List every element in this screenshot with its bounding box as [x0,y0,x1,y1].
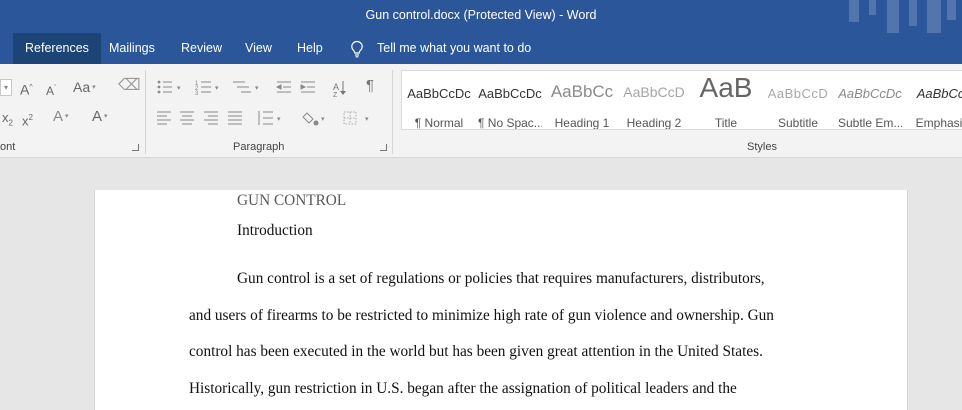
styles-gallery: AaBbCcDc ¶ Normal AaBbCcDc ¶ No Spac... … [401,70,962,130]
increase-indent-icon [300,81,315,93]
subscript-button[interactable]: x2 [2,110,13,132]
font-dialog-launcher[interactable] [132,144,139,151]
svg-text:A: A [333,82,339,92]
tab-references[interactable]: References [13,33,101,64]
document-page[interactable]: GUN CONTROL Introduction Gun control is … [94,190,908,410]
svg-text:▾: ▾ [255,85,259,92]
line-spacing-icon [258,111,273,125]
title-bar: Gun control.docx (Protected View) - Word [0,0,962,33]
style-name: Emphasis [915,116,962,130]
document-area: GUN CONTROL Introduction Gun control is … [0,159,962,410]
show-formatting-marks-button[interactable]: ¶ [366,78,374,94]
paragraph-line: Historically, gun restriction in U.S. be… [189,380,737,397]
ribbon-separator [145,70,146,154]
style-name: Heading 1 [554,116,610,130]
lightbulb-icon [351,40,363,58]
style-sample: AaBbCcl [916,86,962,101]
change-case-button[interactable]: Aa ▾ [73,79,96,96]
style-no-spacing[interactable]: AaBbCcDc ¶ No Spac... [478,78,542,130]
svg-text:▾: ▾ [215,85,219,92]
document-subheading: Introduction [237,222,313,239]
document-heading: GUN CONTROL [237,192,347,209]
clear-formatting-icon[interactable]: ⌫ [118,78,141,94]
svg-text:3: 3 [195,91,199,97]
tell-me-search[interactable]: Tell me what you want to do [377,33,531,64]
paragraph-line: and users of firearms to be restricted t… [189,307,774,324]
styles-group-label: Styles [747,141,777,153]
justify-icon [228,111,242,125]
bullets-icon [157,80,172,94]
ribbon-separator [392,70,393,154]
style-sample: AaBbCcDc [407,86,471,101]
shrink-font-button[interactable]: Aˇ [46,81,56,99]
svg-text:▾: ▾ [277,116,281,123]
decrease-indent-icon [275,81,291,93]
style-sample: AaBbCcD [767,86,829,101]
tab-view[interactable]: View [245,33,272,64]
sort-icon: AZ [333,81,346,98]
tab-mailings[interactable]: Mailings [109,33,155,64]
paragraph-line: control has been executed in the world b… [189,343,763,360]
style-name: ¶ Normal [414,116,464,130]
paragraph-group-label: Paragraph [233,141,285,153]
svg-text:Z: Z [333,92,338,98]
style-sample: AaBbCc [550,82,614,101]
style-name: Title [714,116,738,130]
font-group-label: ont [0,141,16,153]
style-normal[interactable]: AaBbCcDc ¶ Normal [407,78,471,130]
style-subtle-emphasis[interactable]: AaBbCcDc Subtle Em... [838,78,902,130]
paragraph-row2-icons: ▾ ▾ ▾ [157,111,369,126]
style-sample: AaBbCcDc [838,86,902,101]
font-color-button[interactable]: A ▾ [92,109,108,125]
style-emphasis[interactable]: AaBbCcl Emphasis [910,78,962,130]
style-name: Subtle Em... [838,116,902,130]
style-heading-1[interactable]: AaBbCc Heading 1 [550,78,614,130]
align-right-icon [204,111,218,125]
paragraph-line: Gun control is a set of regulations or p… [237,270,765,287]
style-heading-2[interactable]: AaBbCcD Heading 2 [622,78,686,130]
paragraph-row1-icons: ▾ 123 ▾ ▾ AZ [157,80,346,98]
borders-icon [343,111,357,125]
style-title[interactable]: AaB Title [694,72,758,130]
style-subtitle[interactable]: AaBbCcD Subtitle [766,78,830,130]
grow-font-button[interactable]: A^ [20,80,33,98]
style-sample: AaBbCcD [623,84,685,100]
style-name: ¶ No Spac... [478,116,542,130]
align-center-icon [180,111,194,125]
style-name: Heading 2 [626,116,682,130]
paragraph-dialog-launcher[interactable] [380,144,387,151]
svg-text:▾: ▾ [177,85,181,92]
text-effects-button[interactable]: A ▾ [53,109,69,125]
numbering-icon: 123 [195,81,211,97]
svg-text:▾: ▾ [365,116,369,123]
ribbon-home-panel: ▾ A^ Aˇ Aa ▾ ⌫ x2 x2 A ▾ A ▾ ont ▾ 123 ▾ ▾ [0,64,962,158]
tab-review[interactable]: Review [181,33,222,64]
multilevel-list-icon [233,81,251,93]
window-title: Gun control.docx (Protected View) - Word [365,8,597,22]
style-sample: AaBbCcDc [478,86,542,101]
style-name: Subtitle [777,116,819,130]
font-size-dropdown[interactable]: ▾ [0,79,12,96]
tab-help[interactable]: Help [297,33,323,64]
style-sample: AaB [699,72,753,103]
svg-text:▾: ▾ [321,116,325,123]
superscript-button[interactable]: x2 [22,110,33,129]
align-left-icon [157,111,171,125]
title-bar-decoration [847,0,962,33]
ribbon-tabs: References Mailings Review View Help Tel… [0,33,962,64]
shading-icon [302,112,319,126]
